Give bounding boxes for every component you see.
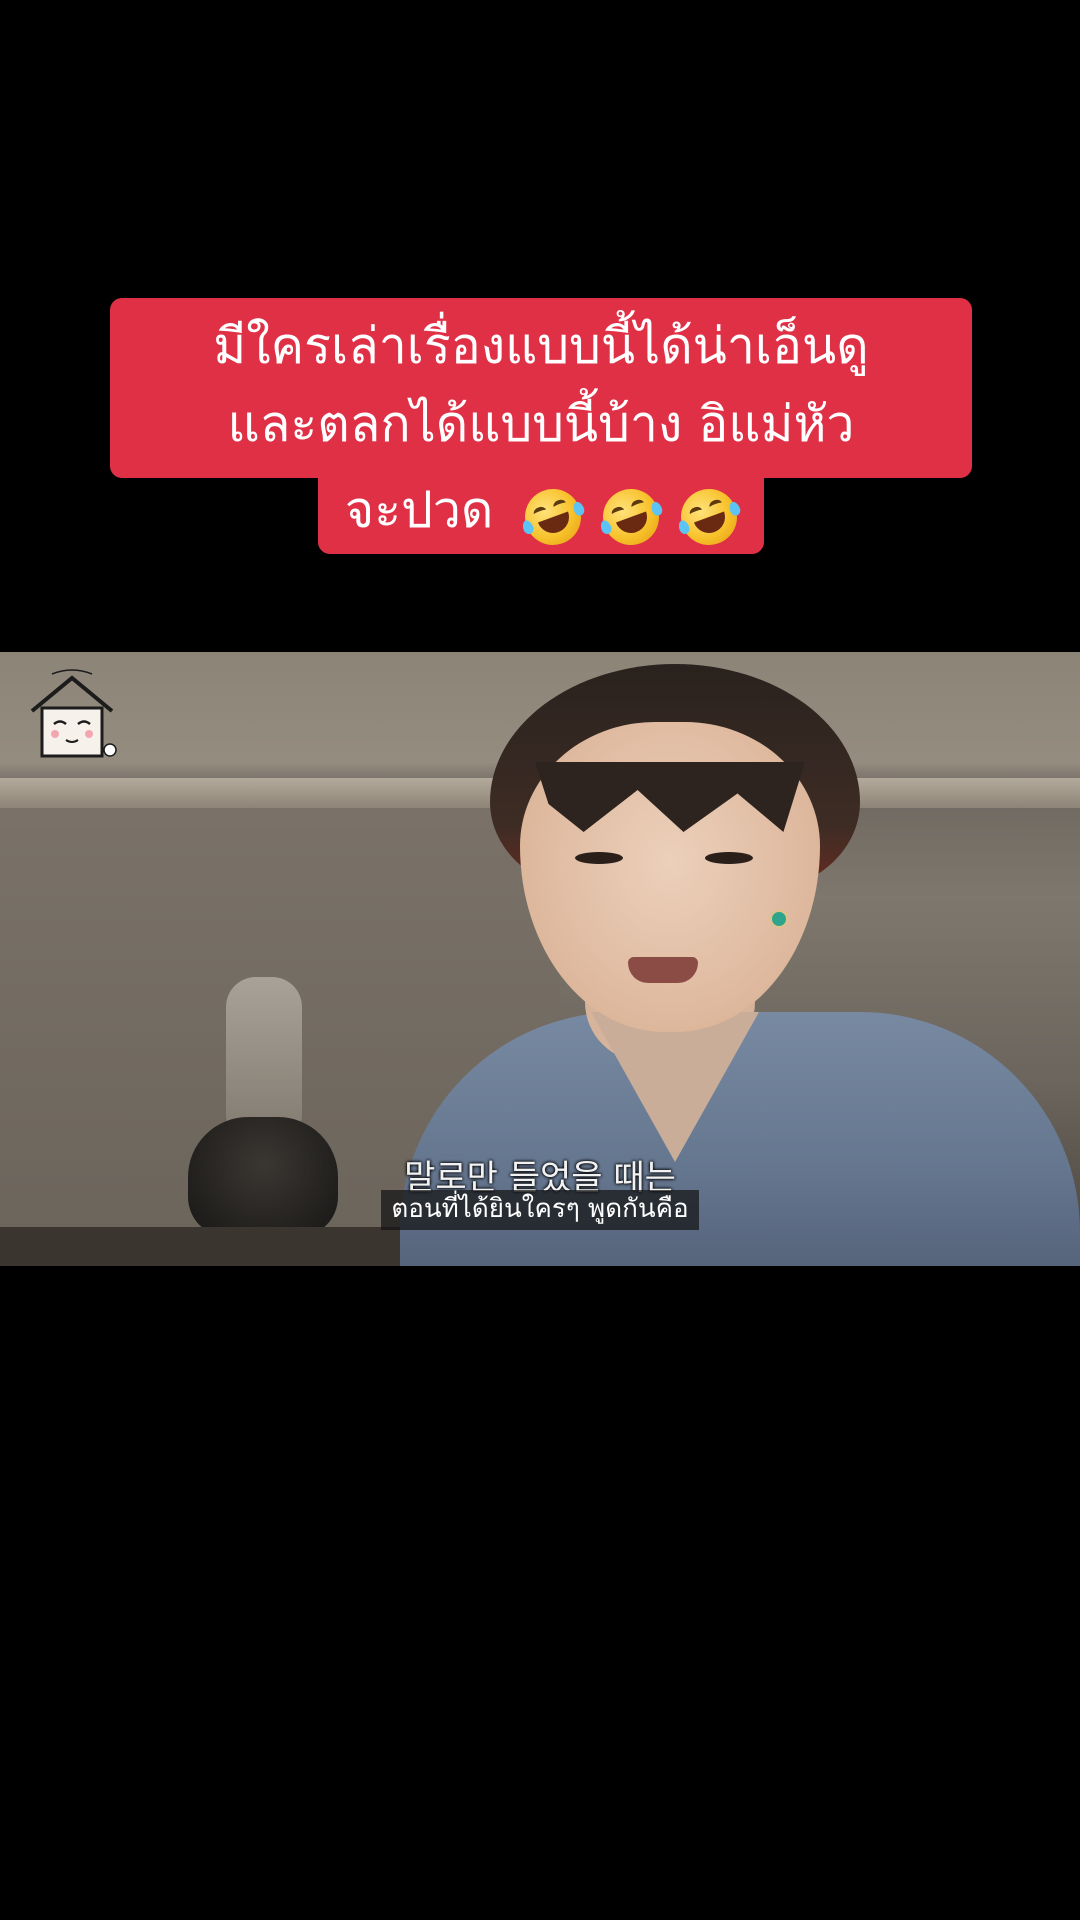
- subtitle-thai: ตอนที่ได้ยินใครๆ พูดกันคือ: [381, 1190, 699, 1230]
- caption-box: มีใครเล่าเรื่องแบบนี้ได้น่าเอ็นดู และตลก…: [110, 298, 972, 478]
- caption-overlay: มีใครเล่าเรื่องแบบนี้ได้น่าเอ็นดู และตลก…: [0, 0, 1080, 560]
- video-frame[interactable]: 말로만 들었을 때는 ตอนที่ได้ยินใครๆ พูดกันคือ: [0, 652, 1080, 1266]
- emoji-group: [517, 478, 745, 553]
- caption-line-1: มีใครเล่าเรื่องแบบนี้ได้น่าเอ็นดู: [213, 317, 869, 375]
- rolling-laughing-emoji-icon: [595, 481, 668, 553]
- caption-line-3: จะปวด: [344, 481, 494, 539]
- earring: [770, 910, 788, 928]
- rolling-laughing-emoji-icon: [517, 481, 590, 553]
- rolling-laughing-emoji-icon: [673, 481, 745, 553]
- caption-line-2: และตลกได้แบบนี้บ้าง อิแม่หัว: [227, 395, 855, 453]
- caption-box-tail: จะปวด: [318, 470, 764, 554]
- house-face-logo-icon: [22, 666, 122, 766]
